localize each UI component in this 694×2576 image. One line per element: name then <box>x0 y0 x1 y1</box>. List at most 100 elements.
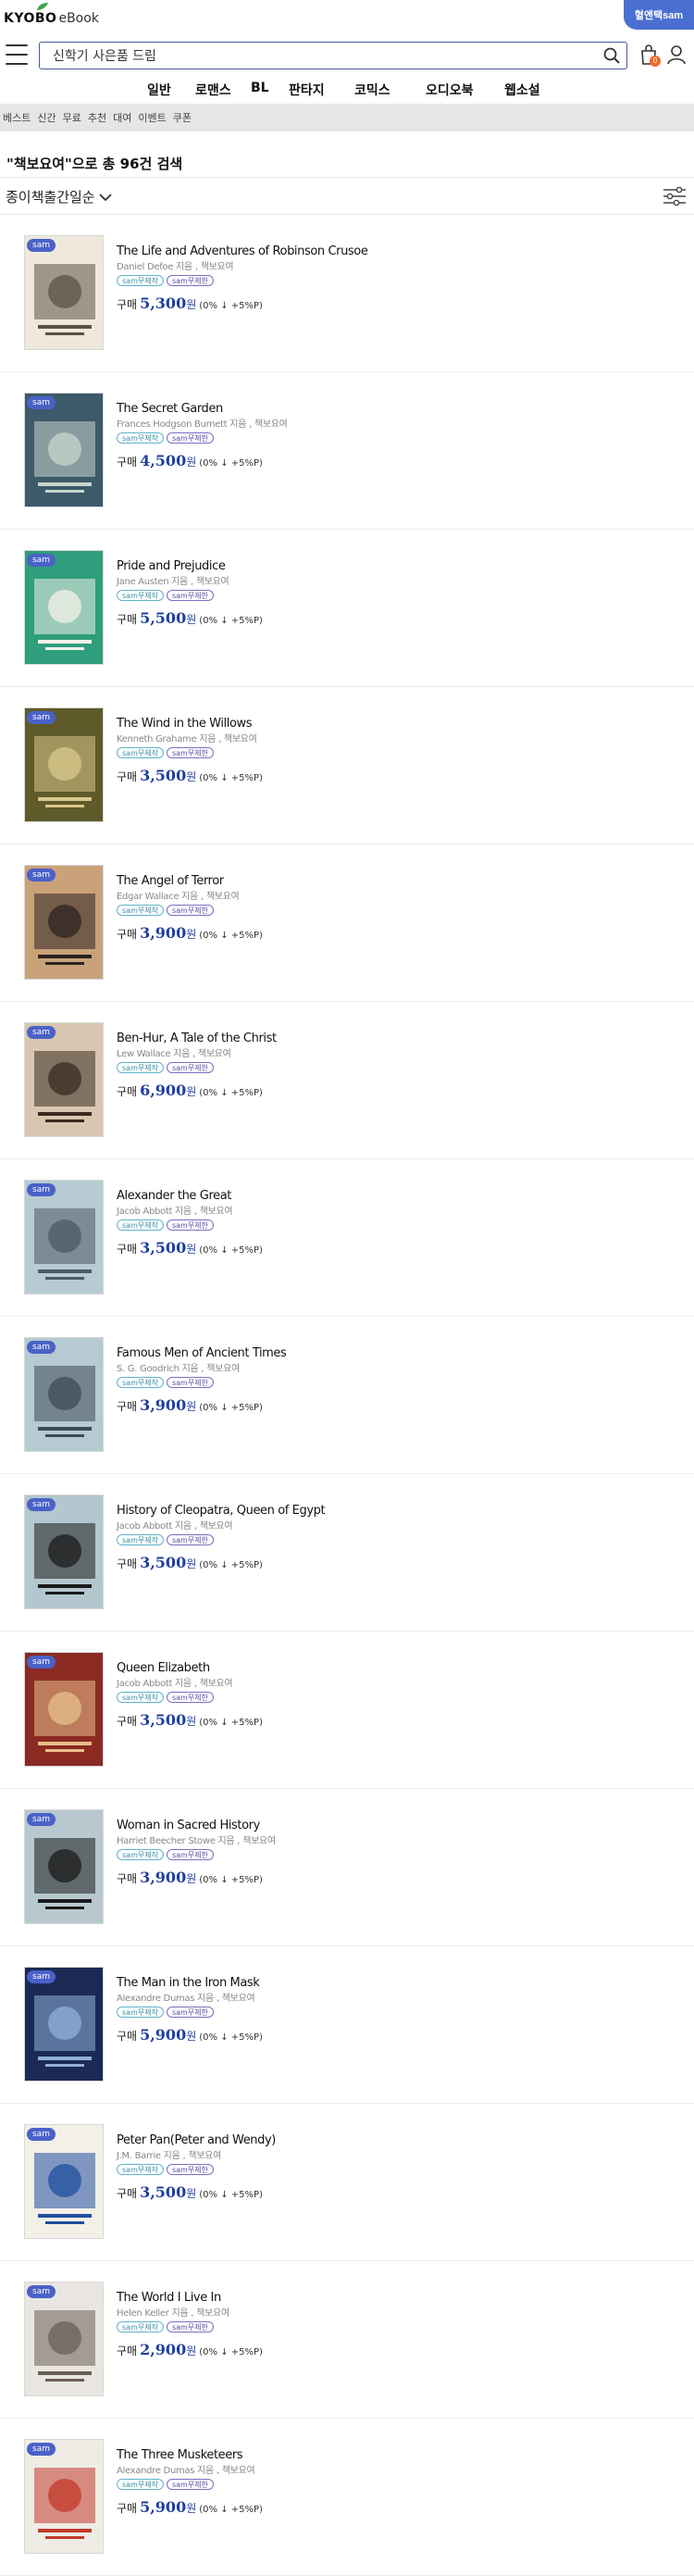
book-cover[interactable]: sam <box>24 1494 104 1609</box>
book-cover[interactable]: sam <box>24 1337 104 1452</box>
sam-badge-2: sam무제한 <box>166 1062 214 1073</box>
book-item: sam Peter Pan(Peter and Wendy) J.M. Barr… <box>0 2104 694 2261</box>
book-publisher[interactable]: 책보요여 <box>188 2151 221 2161</box>
sam-badge-2: sam무제한 <box>166 590 214 601</box>
author-suffix: 지음 <box>217 1836 235 1846</box>
book-cover[interactable]: sam <box>24 1652 104 1767</box>
user-icon[interactable] <box>666 44 687 66</box>
category-webnovel[interactable]: 웹소설 <box>504 81 540 99</box>
subnav-free[interactable]: 무료 <box>63 110 81 125</box>
author-suffix: 지음 <box>197 1994 214 2004</box>
search-icon[interactable] <box>602 46 621 65</box>
book-title[interactable]: The Three Musketeers <box>117 2448 685 2463</box>
author-suffix: 지음 <box>175 1521 192 1532</box>
book-title[interactable]: The Man in the Iron Mask <box>117 1976 685 1991</box>
category-nav: 일반 로맨스 BL 판타지 코믹스 오디오북 웹소설 <box>0 72 694 104</box>
book-publisher[interactable]: 책보요여 <box>222 1994 255 2004</box>
price-unit: 원 <box>186 1557 197 1570</box>
book-cover[interactable]: sam <box>24 1809 104 1924</box>
book-cover[interactable]: sam <box>24 2282 104 2396</box>
book-title[interactable]: Queen Elizabeth <box>117 1661 685 1676</box>
sort-dropdown[interactable]: 종이책출간일순 <box>6 187 112 206</box>
book-title[interactable]: The Wind in the Willows <box>117 717 685 732</box>
book-title[interactable]: The Angel of Terror <box>117 874 685 889</box>
price-row: 구매 3,500 원 (0% ↓ +5%P) <box>117 1239 685 1257</box>
book-publisher[interactable]: 책보요여 <box>201 262 234 272</box>
category-fantasy[interactable]: 판타지 <box>289 81 325 99</box>
price-value: 5,500 <box>140 609 187 627</box>
category-romance[interactable]: 로맨스 <box>195 81 231 99</box>
subnav-best[interactable]: 베스트 <box>3 110 31 125</box>
book-title[interactable]: Woman in Sacred History <box>117 1819 685 1833</box>
book-publisher[interactable]: 책보요여 <box>224 734 257 744</box>
logo[interactable]: KYOBO eBook <box>4 3 99 26</box>
book-info: The Angel of Terror Edgar Wallace 지음, 책보요… <box>117 874 685 942</box>
book-author: Edgar Wallace <box>117 892 180 902</box>
book-title[interactable]: The Life and Adventures of Robinson Crus… <box>117 244 685 259</box>
price-discount: (0% ↓ +5%P) <box>199 301 263 311</box>
subnav-new[interactable]: 신간 <box>37 110 56 125</box>
price-label: 구매 <box>117 2345 138 2357</box>
book-author: Harriet Beecher Stowe <box>117 1836 216 1846</box>
book-title[interactable]: Peter Pan(Peter and Wendy) <box>117 2133 685 2148</box>
book-cover[interactable]: sam <box>24 1967 104 2082</box>
category-bl[interactable]: BL <box>251 81 269 95</box>
book-title[interactable]: History of Cleopatra, Queen of Egypt <box>117 1504 685 1519</box>
book-publisher[interactable]: 책보요여 <box>254 419 288 430</box>
meta-separator: , <box>193 1521 197 1532</box>
book-cover[interactable]: sam <box>24 2439 104 2554</box>
book-cover[interactable]: sam <box>24 707 104 822</box>
book-publisher[interactable]: 책보요여 <box>206 892 240 902</box>
price-value: 5,900 <box>140 2026 187 2044</box>
book-author: Alexandre Dumas <box>117 2466 195 2476</box>
book-publisher[interactable]: 책보요여 <box>200 1207 233 1217</box>
filter-icon[interactable] <box>663 186 687 206</box>
price-discount: (0% ↓ +5%P) <box>199 1403 263 1413</box>
book-publisher[interactable]: 책보요여 <box>200 1521 233 1532</box>
book-title[interactable]: Alexander the Great <box>117 1189 685 1204</box>
badges: sam무제작 sam무제한 <box>117 1534 685 1546</box>
category-audiobook[interactable]: 오디오북 <box>426 81 474 99</box>
book-meta: Kenneth Grahame 지음, 책보요여 <box>117 733 685 745</box>
price-discount: (0% ↓ +5%P) <box>199 458 263 469</box>
category-comics[interactable]: 코믹스 <box>354 81 390 99</box>
price-discount: (0% ↓ +5%P) <box>199 2032 263 2043</box>
book-title[interactable]: Pride and Prejudice <box>117 559 685 574</box>
menu-icon[interactable] <box>6 44 28 65</box>
subnav-rental[interactable]: 대여 <box>113 110 131 125</box>
book-publisher[interactable]: 책보요여 <box>222 2466 255 2476</box>
search-input[interactable] <box>40 43 586 69</box>
book-cover[interactable]: sam <box>24 235 104 350</box>
book-publisher[interactable]: 책보요여 <box>198 1049 231 1059</box>
subnav-event[interactable]: 이벤트 <box>138 110 166 125</box>
book-item: sam History of Cleopatra, Queen of Egypt… <box>0 1474 694 1632</box>
book-publisher[interactable]: 책보요여 <box>196 2308 229 2319</box>
subnav-coupon[interactable]: 쿠폰 <box>173 110 192 125</box>
sam-badge-1: sam무제작 <box>117 2321 164 2332</box>
badges: sam무제작 sam무제한 <box>117 747 685 759</box>
book-cover[interactable]: sam <box>24 550 104 665</box>
promo-banner[interactable]: 혈앤택sam <box>624 0 694 30</box>
meta-separator: , <box>237 1836 241 1846</box>
book-title[interactable]: The Secret Garden <box>117 402 685 417</box>
book-publisher[interactable]: 책보요여 <box>196 577 229 587</box>
search-row: 0 <box>0 39 694 72</box>
book-publisher[interactable]: 책보요여 <box>242 1836 276 1846</box>
meta-separator: , <box>192 1049 195 1059</box>
book-cover[interactable]: sam <box>24 865 104 980</box>
book-cover[interactable]: sam <box>24 2124 104 2239</box>
book-cover[interactable]: sam <box>24 393 104 507</box>
book-cover[interactable]: sam <box>24 1022 104 1137</box>
book-publisher[interactable]: 책보요여 <box>206 1364 240 1374</box>
price-value: 3,500 <box>140 2183 187 2201</box>
book-cover[interactable]: sam <box>24 1180 104 1294</box>
book-publisher[interactable]: 책보요여 <box>200 1679 233 1689</box>
sam-tag: sam <box>27 396 56 409</box>
book-title[interactable]: Ben-Hur, A Tale of the Christ <box>117 1032 685 1046</box>
subnav-recommend[interactable]: 추천 <box>88 110 106 125</box>
book-title[interactable]: The World I Live In <box>117 2291 685 2306</box>
category-general[interactable]: 일반 <box>147 81 171 99</box>
book-title[interactable]: Famous Men of Ancient Times <box>117 1346 685 1361</box>
price-discount: (0% ↓ +5%P) <box>199 1245 263 1256</box>
sam-tag: sam <box>27 239 56 252</box>
